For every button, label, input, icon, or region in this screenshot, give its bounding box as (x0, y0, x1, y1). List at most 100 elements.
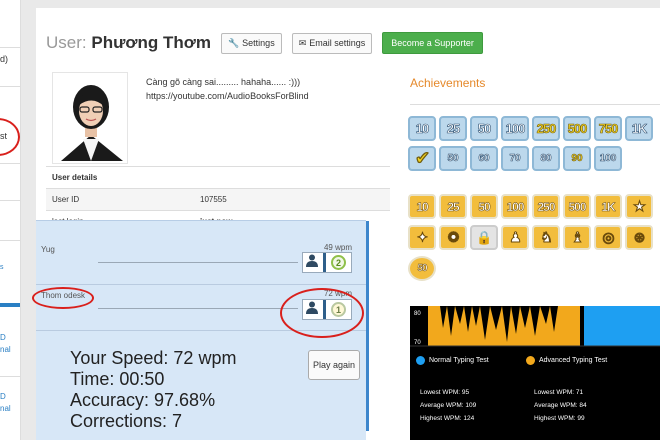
checkmark-icon[interactable]: ✔ (408, 146, 436, 171)
achievement-badge[interactable]: ♞ (532, 225, 560, 250)
racer-name: Yug (41, 245, 55, 254)
achievement-badge[interactable]: 25 (439, 194, 467, 219)
sidebar-fragment[interactable]: s (0, 264, 4, 271)
play-again-button[interactable]: Play again (308, 350, 360, 380)
achievement-row: 10 25 50 100 250 500 750 1K (408, 116, 660, 141)
legend-dot-icon (416, 356, 425, 365)
place-badge: 2 (331, 255, 346, 270)
username: Phương Thơm (91, 33, 211, 52)
car-divider (323, 253, 326, 272)
achievement-badge[interactable]: 500 (563, 116, 591, 141)
achievement-row: 10 25 50 100 250 500 1K ★ (408, 194, 660, 219)
achievement-row: ✦ ✺ 🔒 ♟ ♞ ♝ ◎ ⊛ (408, 225, 660, 250)
stat-lowest: Lowest WPM: 95 (420, 389, 470, 396)
achievement-badge[interactable]: 25 (439, 116, 467, 141)
stat-average: Average WPM: 84 (534, 402, 587, 409)
supporter-label: Become a Supporter (391, 38, 474, 48)
sidebar-fragment[interactable]: nal (0, 404, 11, 413)
row-key: User ID (52, 195, 80, 204)
achievement-badge[interactable]: ♟ (501, 225, 529, 250)
achievement-badge[interactable]: 100 (501, 116, 529, 141)
become-supporter-button[interactable]: Become a Supporter (382, 32, 483, 54)
stat-lowest: Lowest WPM: 71 (534, 389, 584, 396)
divider (410, 104, 660, 105)
racer-row: Yug 49 wpm 2 (36, 239, 366, 285)
sidebar-fragment[interactable]: nal (0, 345, 11, 354)
y-axis-top-label: 80 (414, 311, 421, 317)
achievement-badge[interactable]: 90 (563, 146, 591, 171)
achievement-badge[interactable]: 70 (501, 146, 529, 171)
achievement-badge[interactable]: 50 (439, 146, 467, 171)
user-icon (306, 254, 318, 272)
race-track (98, 262, 298, 263)
bio-link[interactable]: https://youtube.com/AudioBooksForBlind (146, 89, 309, 103)
stat-highest: Highest WPM: 99 (534, 415, 585, 422)
user-bio: Càng gõ càng sai......... hahaha...... :… (146, 75, 309, 103)
annotation-ellipse (32, 287, 94, 309)
table-row: User ID 107555 (46, 188, 390, 210)
title-prefix: User: (46, 33, 87, 52)
annotation-circle (0, 118, 20, 156)
achievement-badge[interactable]: ♝ (563, 225, 591, 250)
achievement-badge[interactable]: 500 (563, 194, 591, 219)
achievement-badge[interactable]: ✦ (408, 225, 436, 250)
profile-panel: User: Phương Thơm 🔧 Settings ✉ Email set… (32, 8, 660, 440)
sidebar-active-bar (0, 303, 20, 307)
normal-stats: Lowest WPM: 95 Average WPM: 109 Highest … (420, 386, 476, 425)
stat-highest: Highest WPM: 124 (420, 415, 475, 422)
achievement-badge[interactable]: 50 (408, 256, 436, 281)
sidebar-fragment[interactable]: d) (0, 54, 8, 64)
legend-normal[interactable]: Normal Typing Test (416, 356, 489, 365)
race-track (98, 308, 298, 309)
result-corrections: Corrections: 7 (70, 411, 183, 431)
lock-icon[interactable]: 🔒 (470, 225, 498, 250)
racer-wpm: 49 wpm (323, 243, 352, 252)
left-sidebar: d) st s D nal D nal (0, 0, 21, 440)
star-icon[interactable]: ★ (625, 194, 653, 219)
result-speed: Your Speed: 72 wpm (70, 348, 237, 368)
legend-advanced[interactable]: Advanced Typing Test (526, 356, 607, 365)
legend-label: Advanced Typing Test (539, 357, 608, 364)
annotation-ellipse (280, 288, 364, 338)
race-results: Your Speed: 72 wpm Time: 00:50 Accuracy:… (70, 348, 236, 432)
result-accuracy: Accuracy: 97.68% (70, 390, 216, 410)
stat-average: Average WPM: 109 (420, 402, 477, 409)
sidebar-fragment[interactable]: D (0, 333, 6, 342)
achievement-badge[interactable]: 80 (532, 146, 560, 171)
result-time: Time: 00:50 (70, 369, 165, 389)
scrollbar[interactable] (366, 221, 369, 431)
achievement-badge[interactable]: 250 (532, 116, 560, 141)
achievement-row: 50 (408, 256, 660, 281)
achievement-badge[interactable]: 100 (594, 146, 622, 171)
legend-label: Normal Typing Test (429, 357, 489, 364)
wpm-chart: 80 70 Normal Typing Test Advanced Typing… (410, 306, 660, 440)
user-details-heading: User details (46, 166, 390, 188)
achievement-badge[interactable]: 50 (470, 116, 498, 141)
settings-label: Settings (242, 38, 275, 48)
achievement-badge[interactable]: 100 (501, 194, 529, 219)
achievement-row: ✔ 50 60 70 80 90 100 (408, 146, 660, 171)
achievement-badge[interactable]: 10 (408, 194, 436, 219)
settings-button[interactable]: 🔧 Settings (220, 32, 282, 54)
page-title: User: Phương Thơm (46, 33, 211, 53)
avatar (52, 72, 128, 164)
achievement-badge[interactable]: 1K (594, 194, 622, 219)
achievements-title: Achievements (410, 76, 486, 90)
achievement-badge[interactable]: ⊛ (625, 225, 653, 250)
row-value: 107555 (200, 195, 227, 204)
achievement-badge[interactable]: ✺ (439, 225, 467, 250)
y-axis-bottom-label: 70 (414, 340, 421, 346)
achievement-badge[interactable]: 60 (470, 146, 498, 171)
achievement-badge[interactable]: ◎ (594, 225, 622, 250)
achievement-badge[interactable]: 50 (470, 194, 498, 219)
sidebar-fragment[interactable]: D (0, 392, 6, 401)
achievement-badge[interactable]: 250 (532, 194, 560, 219)
achievement-badge[interactable]: 750 (594, 116, 622, 141)
envelope-icon: ✉ (298, 37, 307, 48)
bio-line: Càng gõ càng sai......... hahaha...... :… (146, 77, 301, 87)
achievement-badge[interactable]: 1K (625, 116, 653, 141)
achievement-badge[interactable]: 10 (408, 116, 436, 141)
email-settings-button[interactable]: ✉ Email settings (291, 32, 373, 54)
legend-dot-icon (526, 356, 535, 365)
wrench-icon: 🔧 (227, 37, 240, 48)
